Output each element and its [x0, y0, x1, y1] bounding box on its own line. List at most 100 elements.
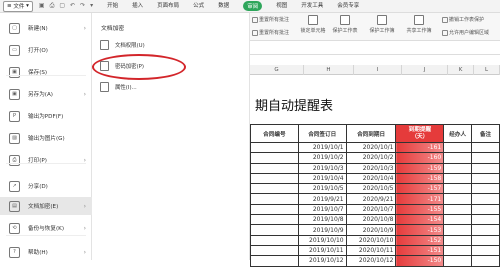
- column-header[interactable]: J: [402, 65, 448, 75]
- table-cell[interactable]: 2019/10/2: [297, 152, 347, 164]
- table-cell[interactable]: -158: [395, 172, 445, 185]
- properties-item[interactable]: 属性(I)...: [100, 80, 240, 94]
- table-cell[interactable]: -154: [395, 214, 445, 226]
- table-cell[interactable]: [471, 193, 500, 205]
- save-icon[interactable]: ▣: [39, 2, 45, 10]
- table-cell[interactable]: -160: [395, 152, 445, 164]
- header-contract-no[interactable]: 合同编号: [250, 124, 299, 143]
- redo-icon[interactable]: ↷: [80, 2, 85, 10]
- table-cell[interactable]: 2020/10/1: [345, 141, 397, 154]
- tab-0[interactable]: 开始: [107, 1, 118, 11]
- table-cell[interactable]: [250, 193, 299, 205]
- undo-icon[interactable]: ↶: [70, 2, 75, 10]
- table-cell[interactable]: -155: [395, 203, 445, 216]
- table-cell[interactable]: 2020/10/8: [345, 214, 397, 226]
- table-cell[interactable]: -153: [395, 224, 445, 236]
- file-menu-item-4[interactable]: P 输出为PDF(F): [0, 107, 92, 125]
- table-cell[interactable]: -152: [395, 234, 445, 246]
- header-days-remaining[interactable]: 到期提醒 （天）: [395, 124, 445, 143]
- table-cell[interactable]: 2020/10/11: [345, 244, 397, 257]
- file-menu-item-5[interactable]: ▨ 输出为图片(G): [0, 129, 92, 147]
- reset-comments-button[interactable]: 重置所有批注: [252, 29, 289, 36]
- file-menu-item-1[interactable]: ▭ 打开(O): [0, 41, 92, 59]
- protect-workbook-button[interactable]: 保护工作簿: [368, 15, 396, 34]
- table-cell[interactable]: 2020/10/12: [345, 255, 397, 267]
- table-cell[interactable]: [443, 183, 473, 195]
- table-cell[interactable]: [250, 152, 299, 164]
- header-due-date[interactable]: 合同到期日: [345, 124, 397, 143]
- table-cell[interactable]: [471, 214, 500, 226]
- protect-sheet-button[interactable]: 保护工作表: [332, 15, 358, 34]
- table-cell[interactable]: 2019/10/5: [297, 183, 347, 195]
- more-icon[interactable]: ▾: [90, 2, 93, 10]
- table-cell[interactable]: 2019/10/9: [297, 224, 347, 236]
- table-cell[interactable]: -161: [395, 141, 445, 154]
- table-cell[interactable]: [471, 224, 500, 236]
- table-cell[interactable]: [443, 234, 473, 246]
- table-cell[interactable]: 2020/10/10: [345, 234, 397, 246]
- table-cell[interactable]: [250, 141, 299, 154]
- show-comments-button[interactable]: 重置所有批注: [252, 16, 289, 23]
- table-cell[interactable]: [443, 193, 473, 205]
- share-workbook-button[interactable]: 共享工作簿: [406, 15, 432, 34]
- table-cell[interactable]: 2020/9/21: [345, 193, 397, 205]
- document-permission-item[interactable]: 文档权限(U): [100, 38, 240, 52]
- tab-3[interactable]: 公式: [193, 1, 204, 11]
- table-cell[interactable]: -150: [395, 255, 445, 267]
- column-header[interactable]: I: [354, 65, 402, 75]
- table-cell[interactable]: 2020/10/2: [345, 152, 397, 164]
- table-cell[interactable]: [471, 152, 500, 164]
- table-cell[interactable]: [250, 162, 299, 174]
- table-cell[interactable]: [250, 224, 299, 236]
- table-cell[interactable]: 2019/10/11: [297, 244, 347, 257]
- file-menu-item-6[interactable]: ⎙ 打印(P) ›: [0, 151, 92, 169]
- table-cell[interactable]: [250, 255, 299, 267]
- table-cell[interactable]: [443, 162, 473, 174]
- table-cell[interactable]: [443, 172, 473, 185]
- table-cell[interactable]: [250, 172, 299, 185]
- table-cell[interactable]: 2020/10/5: [345, 183, 397, 195]
- table-cell[interactable]: [443, 152, 473, 164]
- table-cell[interactable]: [471, 203, 500, 216]
- table-cell[interactable]: [250, 244, 299, 257]
- print-icon[interactable]: ⎙: [50, 2, 55, 10]
- table-cell[interactable]: 2019/9/21: [297, 193, 347, 205]
- password-encrypt-item[interactable]: 密码加密(P): [100, 59, 240, 73]
- table-cell[interactable]: 2020/10/7: [345, 203, 397, 216]
- lock-cell-button[interactable]: 锁定单元格: [300, 15, 326, 34]
- table-cell[interactable]: [471, 183, 500, 195]
- tab-1[interactable]: 插入: [132, 1, 143, 11]
- tab-8[interactable]: 会员专享: [337, 1, 359, 11]
- table-cell[interactable]: [443, 203, 473, 216]
- table-cell[interactable]: 2019/10/1: [297, 141, 347, 154]
- table-cell[interactable]: [443, 244, 473, 257]
- table-cell[interactable]: [250, 214, 299, 226]
- table-cell[interactable]: 2019/10/8: [297, 214, 347, 226]
- table-cell[interactable]: [443, 255, 473, 267]
- table-cell[interactable]: [250, 203, 299, 216]
- table-cell[interactable]: 2019/10/10: [297, 234, 347, 246]
- table-cell[interactable]: [443, 141, 473, 154]
- table-cell[interactable]: 2020/10/9: [345, 224, 397, 236]
- column-header[interactable]: G: [250, 65, 304, 75]
- file-menu-item-3[interactable]: ▣ 另存为(A) ›: [0, 85, 92, 103]
- table-cell[interactable]: 2019/10/3: [297, 162, 347, 174]
- unprotect-sheet-button[interactable]: 撤销工作表保护: [442, 16, 484, 23]
- table-cell[interactable]: 2020/10/4: [345, 172, 397, 185]
- file-menu-item-8[interactable]: ▤ 文档加密(E) ›: [0, 197, 92, 215]
- tab-5[interactable]: 审阅: [243, 1, 263, 11]
- file-menu-item-0[interactable]: ▢ 新建(N) ›: [0, 19, 92, 37]
- table-cell[interactable]: [471, 244, 500, 257]
- table-cell[interactable]: [443, 214, 473, 226]
- allow-edit-ranges-button[interactable]: 允许用户编辑区域: [442, 29, 489, 36]
- column-header[interactable]: K: [448, 65, 474, 75]
- column-header[interactable]: L: [474, 65, 500, 75]
- header-notes[interactable]: 备注: [471, 124, 500, 143]
- table-cell[interactable]: -157: [395, 183, 445, 195]
- table-cell[interactable]: 2020/10/3: [345, 162, 397, 174]
- table-cell[interactable]: -151: [395, 244, 445, 257]
- table-cell[interactable]: [471, 141, 500, 154]
- tab-4[interactable]: 数据: [218, 1, 229, 11]
- formula-bar[interactable]: [250, 41, 500, 55]
- header-sign-date[interactable]: 合同签订日: [297, 124, 347, 143]
